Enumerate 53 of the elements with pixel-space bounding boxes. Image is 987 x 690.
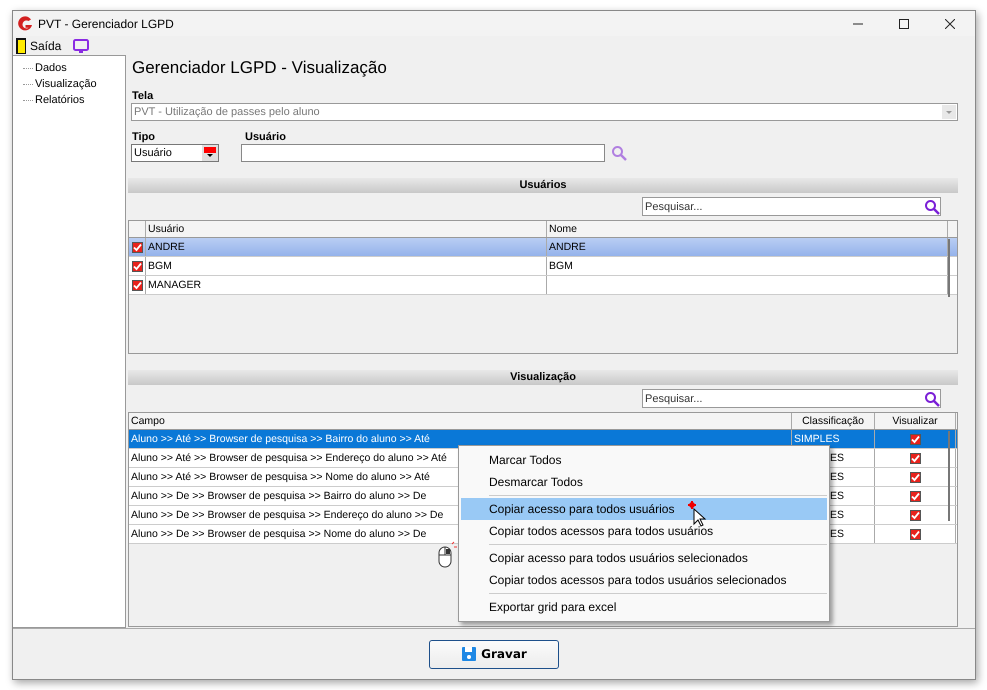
table-cell: MANAGER <box>146 276 547 294</box>
menu-item[interactable]: Exportar grid para excel <box>461 596 827 618</box>
column-header[interactable]: Nome <box>547 221 948 237</box>
tree-item[interactable]: Relatórios <box>35 94 85 106</box>
field-label: Tela <box>131 90 154 103</box>
type-dropdown[interactable]: Usuário <box>131 144 219 162</box>
table-cell-text: ES <box>830 508 844 522</box>
checkbox[interactable] <box>910 490 920 502</box>
tree-item[interactable]: Dados <box>35 62 67 74</box>
search-field[interactable]: Pesquisar... <box>642 389 941 408</box>
table-cell-text: ES <box>830 450 844 466</box>
field-label: Usuário <box>244 131 287 144</box>
menu-item[interactable]: Copiar todos acessos para todos usuários selecionados <box>461 569 827 591</box>
checkbox[interactable] <box>910 528 920 540</box>
column-header[interactable]: Visualizar <box>875 413 956 429</box>
section-header: Visualização <box>128 370 958 385</box>
column-header[interactable]: Usuário <box>146 221 547 237</box>
search-icon[interactable] <box>924 198 940 214</box>
checkbox[interactable] <box>910 452 920 464</box>
menu-item[interactable]: Copiar acesso para todos usuários <box>461 498 827 520</box>
table-cell: BGM <box>146 257 547 275</box>
window-title: PVT - Gerenciador LGPD <box>38 16 174 30</box>
column-header[interactable]: Campo <box>129 413 792 429</box>
maximize-icon[interactable] <box>899 18 909 28</box>
menu-item[interactable]: Copiar acesso para todos usuários selecionados <box>461 547 827 569</box>
checkbox[interactable] <box>132 280 142 290</box>
checkbox[interactable] <box>132 260 142 272</box>
table-cell-text: ES <box>830 470 844 484</box>
door-icon <box>16 38 26 54</box>
menu-item[interactable]: Saída <box>30 38 62 52</box>
table-cell: ANDRE <box>146 238 547 256</box>
search-field[interactable]: Pesquisar... <box>642 197 941 216</box>
checkbox[interactable] <box>910 434 920 444</box>
table-cell-text: ES <box>830 526 844 542</box>
search-input[interactable]: Pesquisar... <box>643 200 924 212</box>
user-field[interactable] <box>241 144 605 162</box>
monitor-icon[interactable] <box>73 38 90 52</box>
checkbox[interactable] <box>132 242 142 252</box>
app-logo-icon <box>17 16 33 32</box>
checkbox[interactable] <box>910 510 920 520</box>
table-cell-text: SIMPLES <box>794 432 840 446</box>
search-input[interactable]: Pesquisar... <box>643 392 924 404</box>
search-icon[interactable] <box>924 390 940 406</box>
save-button[interactable]: Gravar <box>429 640 559 668</box>
close-icon[interactable] <box>945 18 955 28</box>
screen-dropdown[interactable]: PVT - Utilização de passes pelo aluno <box>131 103 958 121</box>
checkbox[interactable] <box>910 472 920 482</box>
column-header[interactable]: Classificação <box>792 413 875 429</box>
table-cell-text: ES <box>830 488 844 504</box>
tree-item[interactable]: Visualização <box>35 78 97 90</box>
field-label: Tipo <box>131 131 156 144</box>
page-title: Gerenciador LGPD - Visualização <box>131 57 388 79</box>
section-header: Usuários <box>128 178 958 193</box>
